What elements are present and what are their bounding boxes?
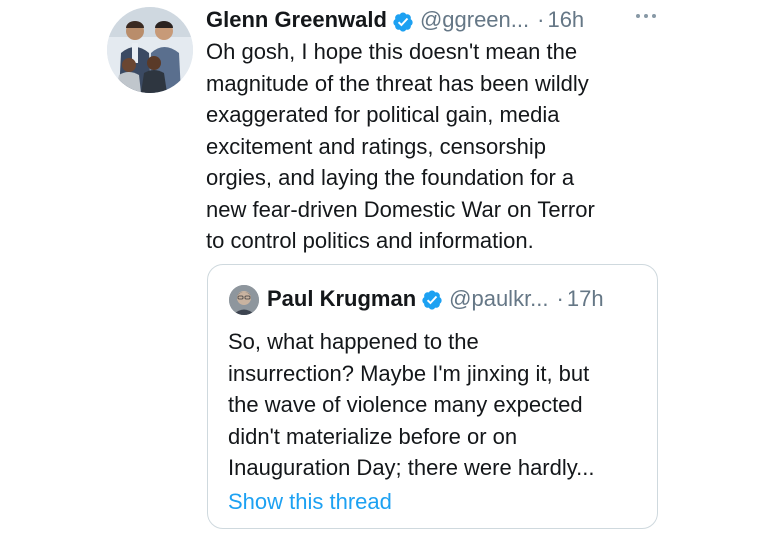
tweet-text-line: excitement and ratings, censorship — [206, 133, 546, 159]
quoted-tweet-header: Paul Krugman @paulkr... · 17h — [267, 283, 604, 315]
author-handle[interactable]: @ggreen... — [420, 3, 529, 37]
author-name[interactable]: Glenn Greenwald — [206, 3, 387, 37]
quoted-author-handle[interactable]: @paulkr... — [449, 283, 548, 315]
tweet-text-line: to control politics and information. — [206, 228, 534, 253]
tweet-text-line: Oh gosh, I hope this doesn't mean the — [206, 39, 578, 64]
tweet-text-line: orgies, and laying the foundation for a — [206, 165, 575, 190]
verified-badge-icon — [392, 9, 414, 32]
tweet-text-line: exaggerated for political gain, media — [206, 102, 560, 127]
tweet-text-line: magnitude of the threat has been wildly — [206, 70, 589, 96]
quoted-text-line: didn't materialize before or on — [228, 423, 518, 449]
quoted-avatar-photo — [229, 285, 259, 315]
tweet[interactable]: Glenn Greenwald @ggreen... · 16h Oh gosh… — [0, 0, 770, 536]
avatar-photo — [107, 7, 193, 93]
quoted-text-line: insurrection? Maybe I'm jinxing it, but — [228, 360, 590, 386]
quoted-text-line: So, what happened to the — [228, 329, 479, 354]
quoted-tweet-text: So, what happened to the insurrection? M… — [228, 326, 648, 484]
tweet-header: Glenn Greenwald @ggreen... · 16h — [206, 3, 584, 37]
verified-badge-icon — [421, 288, 443, 310]
separator-dot: · — [537, 7, 545, 32]
quoted-author-name[interactable]: Paul Krugman — [267, 283, 416, 315]
show-thread-link[interactable]: Show this thread — [228, 487, 392, 517]
avatar[interactable] — [107, 7, 193, 93]
quoted-tweet[interactable]: Paul Krugman @paulkr... · 17h So, what h… — [207, 264, 658, 529]
separator-dot: · — [556, 286, 564, 311]
quoted-text-line: the wave of violence many expected — [228, 392, 583, 417]
tweet-text: Oh gosh, I hope this doesn't mean the ma… — [206, 36, 666, 257]
timestamp[interactable]: 16h — [547, 3, 584, 37]
quoted-timestamp[interactable]: 17h — [567, 283, 604, 315]
tweet-text-line: new fear-driven Domestic War on Terror — [206, 196, 595, 222]
ellipsis-icon[interactable] — [634, 9, 658, 21]
quoted-avatar[interactable] — [229, 285, 259, 315]
quoted-text-line: Inauguration Day; there were hardly... — [228, 455, 595, 480]
